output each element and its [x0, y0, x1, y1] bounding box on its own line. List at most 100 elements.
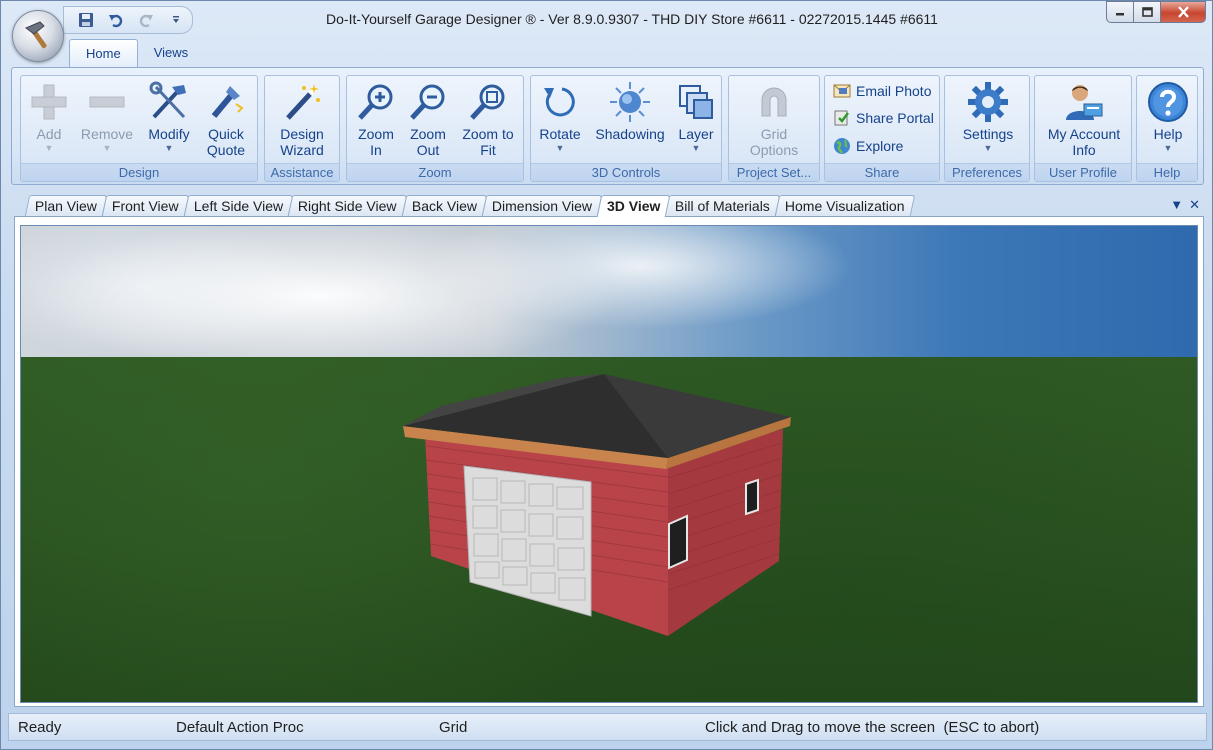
group-label-3d-controls: 3D Controls — [531, 163, 721, 181]
tab-label: Dimension View — [491, 198, 592, 214]
explore-label: Explore — [856, 138, 904, 154]
ribbon: Add ▼ Remove ▼ Modify ▼ Quick Quote Desi… — [11, 67, 1204, 185]
group-share: Email Photo Share Portal Explore Share — [824, 75, 940, 182]
status-bar: Ready Default Action Proc Grid Click and… — [8, 713, 1207, 741]
group-assistance: Design Wizard Assistance — [264, 75, 340, 182]
garage-model — [403, 374, 791, 636]
magnet-icon — [761, 87, 787, 117]
layer-button[interactable]: Layer ▼ — [673, 80, 719, 162]
tab-left-side-view[interactable]: Left Side View — [183, 195, 294, 216]
help-button[interactable]: Help ▼ — [1143, 80, 1193, 162]
globe-icon — [834, 138, 850, 154]
shadowing-button[interactable]: Shadowing — [591, 80, 669, 162]
ribbon-tabs: Home Views — [69, 39, 204, 67]
tab-controls: ▼ ✕ — [1170, 197, 1200, 213]
group-project-settings: Grid Options Project Set... — [728, 75, 820, 182]
chevron-down-icon: ▼ — [983, 143, 993, 153]
group-label-share: Share — [825, 163, 939, 181]
group-zoom: Zoom In Zoom Out Zoom to Fit Zoom — [346, 75, 524, 182]
maximize-icon — [1141, 7, 1153, 17]
tab-label: Plan View — [34, 198, 97, 214]
close-icon — [1177, 6, 1189, 18]
my-account-label-2: Info — [1072, 142, 1096, 158]
status-ready: Ready — [18, 719, 62, 736]
add-label: Add — [36, 126, 62, 142]
tab-label: 3D View — [606, 198, 661, 214]
add-button[interactable]: Add ▼ — [27, 80, 71, 162]
tab-list-dropdown[interactable]: ▼ — [1170, 197, 1183, 213]
share-portal-label: Share Portal — [856, 110, 934, 126]
help-label: Help — [1153, 126, 1183, 142]
view-tabs: Plan View Front View Left Side View Righ… — [24, 195, 915, 217]
zoom-out-label-2: Out — [416, 142, 440, 158]
view-frame — [14, 216, 1204, 707]
zoom-in-label-2: In — [370, 142, 382, 158]
chevron-down-icon: ▼ — [555, 143, 565, 153]
zoom-in-icon — [358, 84, 393, 120]
design-wizard-button[interactable]: Design Wizard — [271, 80, 333, 162]
tab-views[interactable]: Views — [138, 39, 204, 66]
group-label-design: Design — [21, 163, 257, 181]
plus-icon — [31, 84, 67, 120]
app-window: Do-It-Yourself Garage Designer ® - Ver 8… — [0, 0, 1213, 750]
remove-button[interactable]: Remove ▼ — [77, 80, 137, 162]
explore-button[interactable]: Explore — [833, 134, 903, 158]
zoom-out-button[interactable]: Zoom Out — [403, 80, 453, 162]
tab-label: Back View — [411, 198, 477, 214]
rotate-icon — [544, 87, 575, 117]
tab-label: Home Visualization — [785, 198, 905, 214]
help-icon — [1148, 82, 1188, 122]
side-window-front — [668, 514, 688, 570]
quick-quote-label-1: Quick — [208, 126, 244, 142]
tab-3d-view[interactable]: 3D View — [596, 195, 671, 217]
group-label-assistance: Assistance — [265, 163, 339, 181]
tab-home[interactable]: Home — [69, 39, 138, 67]
tab-back-view[interactable]: Back View — [401, 195, 487, 216]
tab-label: Left Side View — [193, 198, 283, 214]
3d-viewport[interactable] — [20, 225, 1198, 703]
magic-wand-icon — [286, 84, 320, 120]
grid-options-button[interactable]: Grid Options — [739, 80, 809, 162]
close-tab-icon[interactable]: ✕ — [1189, 197, 1200, 213]
chevron-down-icon: ▼ — [1163, 143, 1173, 153]
side-window-back — [745, 478, 759, 516]
zoom-fit-label-1: Zoom to — [462, 126, 514, 142]
group-user-profile: My Account Info User Profile — [1034, 75, 1132, 182]
tab-dimension-view[interactable]: Dimension View — [481, 195, 602, 216]
maximize-button[interactable] — [1133, 1, 1160, 23]
tab-front-view[interactable]: Front View — [101, 195, 189, 216]
modify-button[interactable]: Modify ▼ — [141, 80, 197, 162]
zoom-in-button[interactable]: Zoom In — [351, 80, 401, 162]
tab-right-side-view[interactable]: Right Side View — [287, 195, 407, 216]
layer-label: Layer — [678, 126, 714, 142]
my-account-label-1: My Account — [1047, 126, 1121, 142]
zoom-fit-label-2: Fit — [480, 142, 496, 158]
tab-plan-view[interactable]: Plan View — [24, 195, 108, 216]
settings-button[interactable]: Settings ▼ — [951, 80, 1025, 162]
sun-icon — [610, 82, 650, 122]
group-label-zoom: Zoom — [347, 163, 523, 181]
garage-door — [463, 465, 592, 617]
application-menu-button[interactable] — [12, 10, 64, 62]
modify-label: Modify — [148, 126, 190, 142]
tab-home-visualization[interactable]: Home Visualization — [774, 195, 915, 216]
group-label-preferences: Preferences — [945, 163, 1029, 181]
minimize-button[interactable] — [1106, 1, 1133, 23]
close-button[interactable] — [1160, 1, 1206, 23]
settings-label: Settings — [962, 126, 1014, 142]
rotate-button[interactable]: Rotate ▼ — [535, 80, 585, 162]
zoom-to-fit-button[interactable]: Zoom to Fit — [455, 80, 521, 162]
tab-bill-of-materials[interactable]: Bill of Materials — [664, 195, 781, 216]
zoom-fit-icon — [470, 84, 505, 120]
quick-quote-button[interactable]: Quick Quote — [201, 80, 251, 162]
user-account-icon — [1066, 85, 1103, 120]
hammer-icon — [25, 21, 47, 49]
remove-label: Remove — [80, 126, 134, 142]
email-photo-button[interactable]: Email Photo — [833, 79, 931, 103]
chevron-down-icon: ▼ — [164, 143, 174, 153]
my-account-info-button[interactable]: My Account Info — [1039, 80, 1129, 162]
quick-quote-label-2: Quote — [206, 142, 246, 158]
share-portal-button[interactable]: Share Portal — [833, 106, 934, 130]
zoom-in-label-1: Zoom — [358, 126, 394, 142]
tab-label: Bill of Materials — [675, 198, 771, 214]
